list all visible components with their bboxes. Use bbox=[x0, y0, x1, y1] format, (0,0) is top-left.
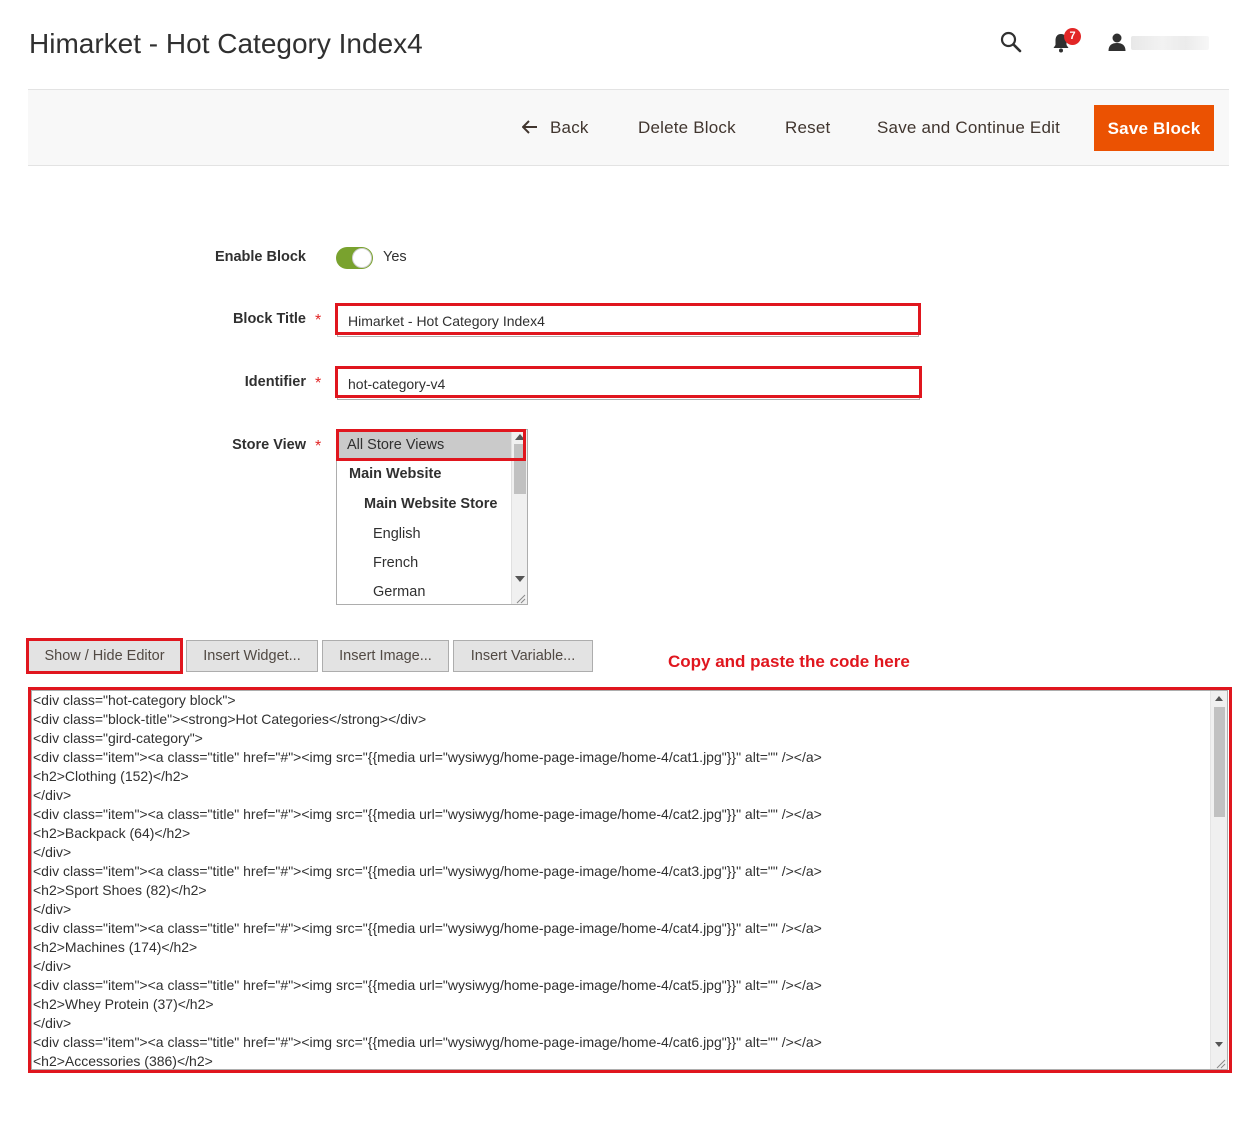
delete-block-button[interactable]: Delete Block bbox=[638, 105, 736, 151]
code-line: <div class="block-title"><strong>Hot Cat… bbox=[33, 711, 427, 727]
scrollbar-thumb[interactable] bbox=[1214, 707, 1225, 817]
code-line: <div class="item"><a class="title" href=… bbox=[33, 806, 822, 822]
code-line: </div> bbox=[33, 1015, 72, 1031]
store-option-german[interactable]: German bbox=[337, 578, 511, 604]
scroll-up-arrow-icon[interactable] bbox=[1215, 696, 1223, 701]
code-line: <div class="item"><a class="title" href=… bbox=[33, 863, 822, 879]
code-line: </div> bbox=[33, 844, 72, 860]
code-line: <div class="gird-category"> bbox=[33, 730, 203, 746]
enable-block-label: Enable Block bbox=[214, 249, 306, 265]
page-actions-toolbar: Back Delete Block Reset Save and Continu… bbox=[28, 89, 1229, 166]
required-asterisk: * bbox=[315, 438, 322, 455]
resize-grip-icon[interactable] bbox=[514, 591, 526, 604]
code-line: <div class="item"><a class="title" href=… bbox=[33, 920, 822, 936]
insert-image-button[interactable]: Insert Image... bbox=[322, 640, 449, 672]
code-line: <h2>Clothing (152)</h2> bbox=[33, 768, 189, 784]
enable-block-value: Yes bbox=[383, 249, 407, 265]
user-name-redacted bbox=[1131, 36, 1209, 50]
code-line: <h2>Backpack (64)</h2> bbox=[33, 825, 191, 841]
notification-count-badge: 7 bbox=[1064, 28, 1081, 45]
back-button-label: Back bbox=[550, 118, 589, 137]
code-line: </div> bbox=[33, 958, 72, 974]
annotation-note: Copy and paste the code here bbox=[668, 652, 910, 671]
content-code-lines: <div class="hot-category block"> <div cla… bbox=[33, 691, 1209, 1069]
code-line: <div class="item"><a class="title" href=… bbox=[33, 1034, 822, 1050]
notifications-button[interactable]: 7 bbox=[1052, 28, 1082, 56]
code-line: <h2>Whey Protein (37)</h2> bbox=[33, 996, 214, 1012]
store-view-scrollbar[interactable] bbox=[511, 430, 527, 604]
store-option-main-website-store[interactable]: Main Website Store bbox=[337, 490, 511, 519]
code-line: <div class="item"><a class="title" href=… bbox=[33, 977, 822, 993]
back-button[interactable]: Back bbox=[521, 105, 589, 151]
arrow-left-icon bbox=[521, 106, 538, 134]
block-title-label: Block Title bbox=[232, 311, 306, 327]
content-textarea[interactable]: <div class="hot-category block"> <div cla… bbox=[31, 690, 1228, 1070]
store-view-label: Store View bbox=[232, 437, 306, 453]
scroll-up-arrow-icon[interactable] bbox=[515, 434, 525, 440]
code-line: <h2>Accessories (386)</h2> bbox=[33, 1053, 213, 1069]
page-title: Himarket - Hot Category Index4 bbox=[29, 28, 423, 59]
enable-block-toggle[interactable] bbox=[336, 247, 373, 269]
code-line: <h2>Machines (174)</h2> bbox=[33, 939, 198, 955]
scrollbar-thumb[interactable] bbox=[514, 444, 526, 494]
store-option-english[interactable]: English bbox=[337, 520, 511, 549]
save-and-continue-button[interactable]: Save and Continue Edit bbox=[877, 105, 1060, 151]
show-hide-editor-button[interactable]: Show / Hide Editor bbox=[28, 640, 181, 672]
code-line: <div class="hot-category block"> bbox=[33, 692, 236, 708]
code-line: </div> bbox=[33, 901, 72, 917]
scroll-down-arrow-icon[interactable] bbox=[515, 576, 525, 582]
reset-button[interactable]: Reset bbox=[785, 105, 830, 151]
resize-grip-icon[interactable] bbox=[1214, 1056, 1226, 1069]
store-view-multiselect[interactable]: All Store Views Main Website Main Websit… bbox=[336, 429, 528, 605]
required-asterisk: * bbox=[315, 375, 322, 392]
identifier-input[interactable] bbox=[337, 368, 920, 400]
code-line: <h2>Sport Shoes (82)</h2> bbox=[33, 882, 207, 898]
toggle-knob bbox=[352, 248, 372, 268]
insert-variable-button[interactable]: Insert Variable... bbox=[453, 640, 593, 672]
store-option-all[interactable]: All Store Views bbox=[337, 431, 511, 460]
save-block-button[interactable]: Save Block bbox=[1094, 105, 1214, 151]
block-title-input[interactable] bbox=[337, 305, 919, 337]
store-option-french[interactable]: French bbox=[337, 549, 511, 578]
content-scrollbar[interactable] bbox=[1210, 691, 1227, 1069]
insert-widget-button[interactable]: Insert Widget... bbox=[186, 640, 318, 672]
identifier-label: Identifier bbox=[244, 374, 306, 390]
store-option-main-website[interactable]: Main Website bbox=[337, 460, 511, 489]
search-icon[interactable] bbox=[999, 30, 1023, 54]
code-line: </div> bbox=[33, 787, 72, 803]
required-asterisk: * bbox=[315, 312, 322, 329]
code-line: <div class="item"><a class="title" href=… bbox=[33, 749, 822, 765]
scroll-down-arrow-icon[interactable] bbox=[1215, 1042, 1223, 1047]
user-icon bbox=[1107, 32, 1127, 57]
user-account-button[interactable] bbox=[1107, 30, 1225, 56]
